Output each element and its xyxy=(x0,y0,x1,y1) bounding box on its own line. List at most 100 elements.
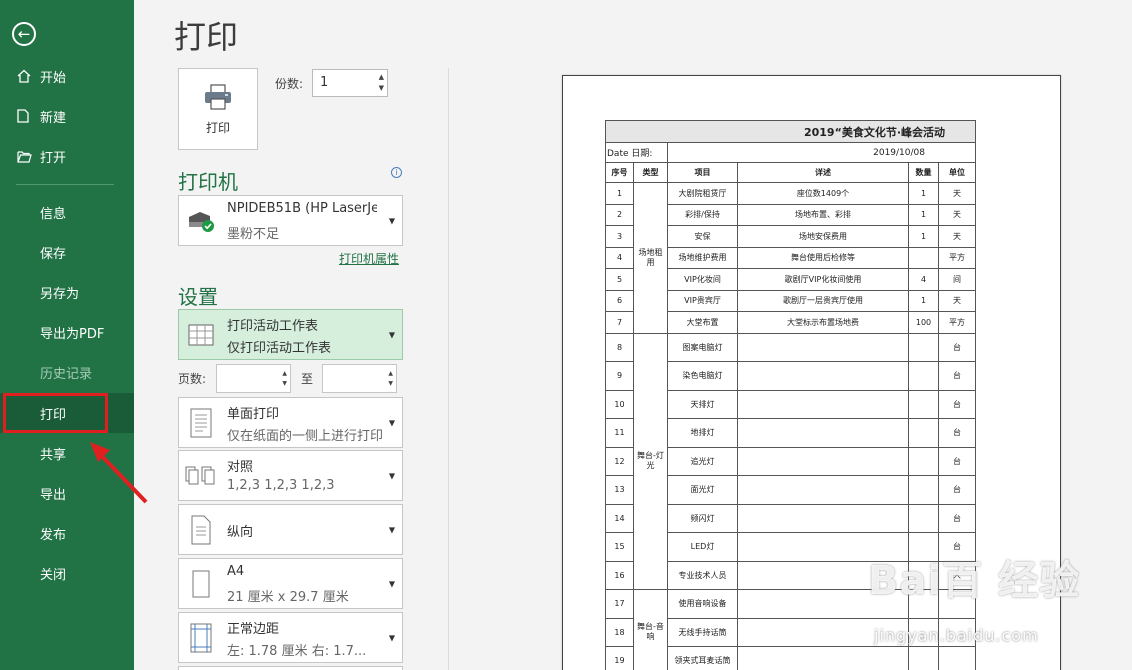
collate-dropdown[interactable]: 对照 1,2,3 1,2,3 1,2,3 ▼ xyxy=(178,450,403,501)
excel-backstage: ← 开始 新建 打开 信息 保存 另存为 导出为PDF 历史记录 打印 共享 导… xyxy=(0,0,1132,670)
table-cell: 场地安保费用 xyxy=(737,225,909,248)
table-cell: 歌剧厅VIP化妆间使用 xyxy=(737,268,909,291)
nav-label: 信息 xyxy=(40,206,67,222)
info-icon[interactable]: i xyxy=(391,167,402,178)
group-cell: 场地租用 xyxy=(633,182,668,334)
nav-publish[interactable]: 发布 xyxy=(0,513,134,553)
table-cell: 9 xyxy=(605,361,634,391)
table-cell: 17 xyxy=(605,589,634,619)
chevron-down-icon: ▼ xyxy=(388,418,395,427)
table-cell: 3 xyxy=(605,225,634,248)
nav-new[interactable]: 新建 xyxy=(0,96,134,136)
back-arrow-icon[interactable]: ← xyxy=(12,22,36,46)
table-cell xyxy=(908,332,939,362)
table-cell: 100 xyxy=(908,311,939,334)
page-title: 打印 xyxy=(174,18,239,56)
nav-label: 共享 xyxy=(40,447,67,463)
chevron-down-icon: ▼ xyxy=(388,525,395,534)
table-cell xyxy=(737,646,909,670)
table-cell: 1 xyxy=(908,182,939,205)
table-cell: 14 xyxy=(605,503,634,533)
printer-properties-link[interactable]: 打印机属性 xyxy=(339,250,399,267)
printer-dropdown[interactable]: NPIDEB51B (HP LaserJe... 墨粉不足 ▼ xyxy=(178,195,403,246)
copies-stepper[interactable]: ▲ ▼ xyxy=(379,72,384,94)
settings-section-title: 设置 xyxy=(178,285,218,309)
table-row: 1 场地租用 大剧院租赁厅 座位数1409个 1 天 xyxy=(605,182,976,334)
table-cell: 19 xyxy=(605,646,634,670)
table-cell: 座位数1409个 xyxy=(737,182,909,205)
setting-line1: 纵向 xyxy=(227,525,254,540)
nav-close[interactable]: 关闭 xyxy=(0,553,134,593)
pages-to-label: 至 xyxy=(301,372,314,386)
table-cell: 大剧院租赁厅 xyxy=(667,182,738,205)
table-cell: VIP化妆间 xyxy=(667,268,738,291)
table-cell xyxy=(737,389,909,419)
nav-home[interactable]: 开始 xyxy=(0,56,134,96)
table-cell: 台 xyxy=(938,475,976,505)
setting-line1: 正常边距 xyxy=(227,622,280,637)
sides-dropdown[interactable]: 单面打印 仅在纸面的一侧上进行打印 ▼ xyxy=(178,397,403,448)
nav-label: 发布 xyxy=(40,527,67,543)
watermark-url: jingyan.baidu.com xyxy=(874,626,1039,645)
paper-size-dropdown[interactable]: A4 21 厘米 x 29.7 厘米 ▼ xyxy=(178,558,403,609)
setting-line1: 单面打印 xyxy=(227,407,280,422)
table-cell: 16 xyxy=(605,560,634,590)
nav-save-as[interactable]: 另存为 xyxy=(0,272,134,312)
column-header: 详述 xyxy=(737,162,909,183)
margins-dropdown[interactable]: 正常边距 左: 1.78 厘米 右: 1.7... ▼ xyxy=(178,612,403,663)
nav-history: 历史记录 xyxy=(0,352,134,392)
panel-divider xyxy=(448,68,449,670)
print-scope-dropdown[interactable]: 打印活动工作表 仅打印活动工作表 ▼ xyxy=(178,309,403,360)
pages-to-stepper[interactable]: ▲ ▼ xyxy=(388,369,393,389)
table-cell: 13 xyxy=(605,475,634,505)
setting-line1: 打印活动工作表 xyxy=(227,319,319,334)
table-cell: 天排灯 xyxy=(667,389,738,419)
nav-label: 导出为PDF xyxy=(40,326,105,342)
nav-info[interactable]: 信息 xyxy=(0,192,134,232)
column-header: 类型 xyxy=(633,162,668,183)
table-cell: 18 xyxy=(605,617,634,647)
backstage-sidebar: ← 开始 新建 打开 信息 保存 另存为 导出为PDF 历史记录 打印 共享 导… xyxy=(0,0,134,670)
nav-export-pdf[interactable]: 导出为PDF xyxy=(0,312,134,352)
sheet-title: 2019“美食文化节·峰会活动 xyxy=(605,120,976,143)
chevron-down-icon: ▼ xyxy=(388,330,395,339)
table-cell: 台 xyxy=(938,446,976,476)
nav-save[interactable]: 保存 xyxy=(0,232,134,272)
new-document-icon xyxy=(17,109,33,123)
baidu-watermark: Bai百 经验 xyxy=(868,558,1081,604)
table-cell: 间 xyxy=(938,268,976,291)
setting-line2: 1,2,3 1,2,3 1,2,3 xyxy=(227,478,335,493)
print-button[interactable]: 打印 xyxy=(178,68,258,150)
highlight-box xyxy=(3,393,108,433)
table-cell: 追光灯 xyxy=(667,446,738,476)
pages-to-input[interactable]: ▲ ▼ xyxy=(322,364,397,393)
setting-line1: 对照 xyxy=(227,460,254,475)
table-cell: 天 xyxy=(938,203,976,226)
table-cell: 天 xyxy=(938,182,976,205)
scaling-dropdown[interactable] xyxy=(178,666,403,670)
table-cell: 11 xyxy=(605,418,634,448)
table-cell xyxy=(908,475,939,505)
table-cell: 1 xyxy=(908,225,939,248)
table-cell: 舞台使用后检修等 xyxy=(737,246,909,269)
setting-line1: A4 xyxy=(227,564,245,579)
orientation-dropdown[interactable]: 纵向 ▼ xyxy=(178,504,403,555)
table-cell: 7 xyxy=(605,311,634,334)
nav-open[interactable]: 打开 xyxy=(0,136,134,176)
table-cell: 大堂标示布置场地费 xyxy=(737,311,909,334)
table-cell xyxy=(908,446,939,476)
table-cell xyxy=(908,418,939,448)
group-cell: 舞台-灯光 xyxy=(633,332,668,590)
pages-from-input[interactable]: ▲ ▼ xyxy=(216,364,291,393)
printer-section-title: 打印机 xyxy=(178,170,238,194)
copies-input[interactable]: 1 ▲ ▼ xyxy=(312,69,388,97)
table-cell xyxy=(737,418,909,448)
table-cell xyxy=(737,332,909,362)
printer-ready-icon xyxy=(185,208,217,234)
collate-icon xyxy=(185,464,217,488)
pages-from-stepper[interactable]: ▲ ▼ xyxy=(282,369,287,389)
table-cell: 5 xyxy=(605,268,634,291)
printer-name: NPIDEB51B (HP LaserJe... xyxy=(227,201,377,216)
table-cell xyxy=(908,246,939,269)
nav-label: 关闭 xyxy=(40,567,67,583)
